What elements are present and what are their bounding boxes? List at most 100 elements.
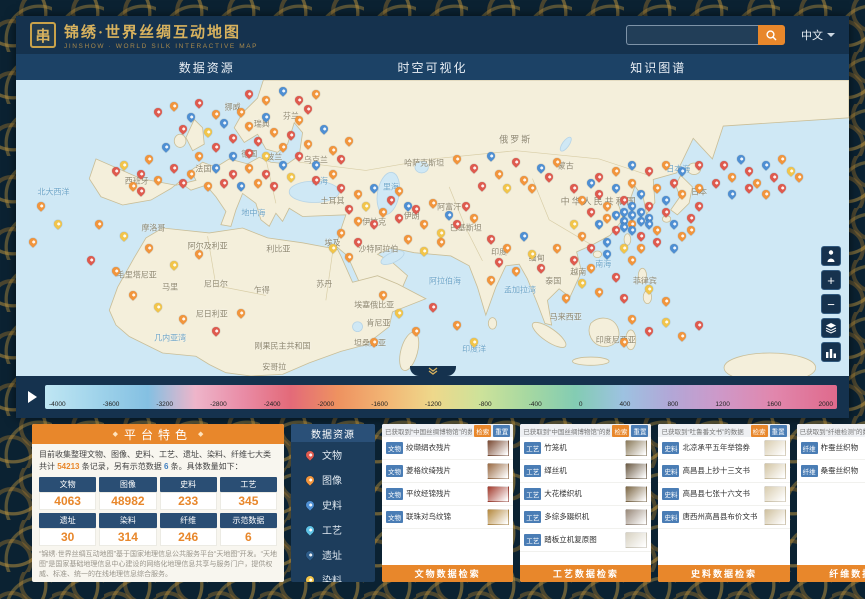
nav: 数据资源 时空可视化 知识图谱 — [16, 54, 849, 80]
legend-panel-title: 数据资源 — [291, 424, 375, 442]
timeline-tick: -400 — [529, 401, 542, 408]
result-row[interactable]: 工艺多综多蹑织机 — [520, 506, 651, 529]
category-badge: 史料 — [662, 465, 679, 477]
result-row[interactable]: 史料北凉承平五年举锦券 — [658, 437, 789, 460]
result-row[interactable]: 工艺竹笼机 — [520, 437, 651, 460]
legend-item-文物[interactable]: 文物 — [291, 442, 375, 467]
chart-button[interactable] — [821, 342, 841, 362]
zoom-in-button[interactable]: + — [821, 270, 841, 290]
panel-button-重置[interactable]: 重置 — [493, 425, 510, 437]
legend-item-染料[interactable]: 染料 — [291, 567, 375, 582]
result-row[interactable]: 纤维桑蚕丝织物 — [797, 460, 865, 483]
panel-footer[interactable]: 文物数据检索 — [382, 565, 513, 582]
panel-footer[interactable]: 纤维数据检索 — [797, 565, 865, 582]
panel-footer[interactable]: 史料数据检索 — [658, 565, 789, 582]
result-row[interactable]: 史料高昌县上抄十三文书 — [658, 460, 789, 483]
features-footnote: “锦绣·世界丝绸互动地图”基于国家地理信息公共服务平台“天地图”开发。“天地图”… — [39, 550, 277, 580]
plus-icon: + — [827, 274, 835, 287]
panel-button-重置[interactable]: 重置 — [631, 425, 648, 437]
thumbnail — [487, 509, 509, 525]
thumbnail — [764, 486, 786, 502]
language-selector[interactable]: 中文 — [801, 27, 835, 43]
stat-label: 遗址 — [39, 513, 96, 528]
stat-图像: 图像48982 — [99, 477, 156, 510]
panel-button-检索[interactable]: 检索 — [474, 425, 491, 437]
map-canvas[interactable]: 挪威瑞典芬兰波兰德国法国西班牙乌克兰俄罗斯哈萨克斯坦蒙古中华人民共和国日本土耳其… — [16, 80, 849, 376]
timeline-tick: -1600 — [371, 401, 388, 408]
retrieval-panel-纤维: 已获取到“纤维检测”的数据检索重置纤维柞蚕丝织物纤维桑蚕丝织物纤维数据检索 — [797, 424, 865, 582]
stat-染料: 染料314 — [99, 513, 156, 546]
nav-item-1[interactable]: 数据资源 — [179, 59, 235, 76]
timeline-tick: 1600 — [767, 401, 781, 408]
timeline-tick: -3200 — [156, 401, 173, 408]
panel-header-text: 已获取到“纤维检测”的数据 — [800, 426, 865, 436]
thumbnail — [625, 463, 647, 479]
panel-header-text: 已获取到“吐鲁番文书”的数据 — [661, 426, 748, 436]
result-row[interactable]: 文物绞缬绢衣残片 — [382, 437, 513, 460]
panel-button-重置[interactable]: 重置 — [770, 425, 787, 437]
panel-header-text: 已获取到“中国丝绸博物馆”的数据 — [385, 426, 472, 436]
page-subtitle: JINSHOW · WORLD SILK INTERACTIVE MAP — [64, 43, 258, 50]
panel-button-检索[interactable]: 检索 — [751, 425, 768, 437]
time-slider[interactable]: -4000-3600-3200-2800-2400-2000-1600-1200… — [45, 385, 837, 409]
stat-label: 史料 — [160, 477, 217, 492]
result-title: 北凉承平五年举锦券 — [682, 443, 760, 452]
chevron-down-icon — [827, 33, 835, 37]
result-row[interactable]: 文物联珠对鸟纹锦 — [382, 506, 513, 529]
category-badge: 史料 — [662, 442, 679, 454]
timeline-tick: 2000 — [818, 401, 832, 408]
timeline-tick: -1200 — [425, 401, 442, 408]
pegman-button[interactable] — [821, 246, 841, 266]
search-input[interactable] — [626, 25, 758, 45]
panel-footer[interactable]: 工艺数据检索 — [520, 565, 651, 582]
legend-label: 史料 — [322, 497, 342, 512]
result-list: 文物绞缬绢衣残片文物菱格纹绮残片文物平纹经锦残片文物联珠对鸟纹锦 — [382, 437, 513, 565]
legend-list: 文物图像史料工艺遗址染料纤维 — [291, 442, 375, 582]
thumbnail — [625, 440, 647, 456]
stat-value: 233 — [160, 492, 217, 510]
deco-diamond-icon: ◆ — [198, 430, 203, 438]
result-row[interactable]: 文物平纹经锦残片 — [382, 483, 513, 506]
result-row[interactable]: 史料高昌县七张十六文书 — [658, 483, 789, 506]
map-controls: + − — [821, 246, 841, 362]
nav-item-2[interactable]: 时空可视化 — [397, 59, 467, 76]
timeline-tick: -4000 — [49, 401, 66, 408]
features-panel: ◆ 平台特色 ◆ 目前收集整理文物、图像、史料、工艺、遗址、染料、纤维七大类共计… — [32, 424, 284, 582]
timeline-tick: -800 — [479, 401, 492, 408]
retrieval-panel-史料: 已获取到“吐鲁番文书”的数据检索重置史料北凉承平五年举锦券史料高昌县上抄十三文书… — [658, 424, 789, 582]
result-row[interactable]: 文物菱格纹绮残片 — [382, 460, 513, 483]
panel-header: 已获取到“中国丝绸博物馆”的数据检索重置 — [382, 424, 513, 437]
result-row[interactable]: 工艺踏板立机复原图 — [520, 529, 651, 552]
result-title: 多综多蹑织机 — [544, 512, 622, 521]
legend-item-工艺[interactable]: 工艺 — [291, 517, 375, 542]
thumbnail — [625, 532, 647, 548]
result-title: 缂丝机 — [544, 466, 622, 475]
nav-item-3[interactable]: 知识图谱 — [630, 59, 686, 76]
zoom-out-button[interactable]: − — [821, 294, 841, 314]
result-row[interactable]: 纤维柞蚕丝织物 — [797, 437, 865, 460]
category-badge: 文物 — [386, 511, 403, 523]
search-box — [626, 25, 785, 45]
legend-item-史料[interactable]: 史料 — [291, 492, 375, 517]
legend-item-图像[interactable]: 图像 — [291, 467, 375, 492]
timeline-ticks: -4000-3600-3200-2800-2400-2000-1600-1200… — [49, 401, 833, 408]
panel-button-检索[interactable]: 检索 — [612, 425, 629, 437]
legend-panel: 数据资源 文物图像史料工艺遗址染料纤维 — [291, 424, 375, 582]
legend-label: 图像 — [322, 472, 342, 487]
timeline-collapse-tab[interactable] — [410, 366, 456, 376]
layers-button[interactable] — [821, 318, 841, 338]
pin-icon — [304, 449, 315, 460]
timeline-tick: -2800 — [210, 401, 227, 408]
thumbnail — [764, 440, 786, 456]
legend-label: 工艺 — [322, 522, 342, 537]
result-row[interactable]: 工艺缂丝机 — [520, 460, 651, 483]
legend-item-遗址[interactable]: 遗址 — [291, 542, 375, 567]
search-button[interactable] — [758, 25, 785, 45]
result-title: 平纹经锦残片 — [406, 489, 484, 498]
bar-chart-icon — [825, 347, 837, 358]
pin-icon — [304, 474, 315, 485]
play-button[interactable] — [28, 391, 37, 403]
bottom-panels: ◆ 平台特色 ◆ 目前收集整理文物、图像、史料、工艺、遗址、染料、纤维七大类共计… — [32, 424, 845, 582]
result-row[interactable]: 史料唐西州高昌县布价文书 — [658, 506, 789, 529]
result-row[interactable]: 工艺大花楼织机 — [520, 483, 651, 506]
